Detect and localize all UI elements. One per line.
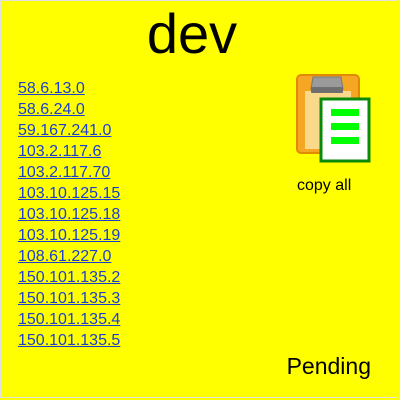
page-title: dev <box>146 2 238 65</box>
ip-link[interactable]: 103.10.125.15 <box>18 185 120 202</box>
list-item: 103.10.125.18 <box>18 204 120 225</box>
ip-link[interactable]: 150.101.135.2 <box>18 269 120 286</box>
ip-link[interactable]: 103.2.117.70 <box>18 164 110 181</box>
ip-link[interactable]: 150.101.135.5 <box>18 332 120 349</box>
list-item: 59.167.241.0 <box>18 120 120 141</box>
ip-link[interactable]: 150.101.135.4 <box>18 311 120 328</box>
list-item: 103.10.125.15 <box>18 183 120 204</box>
list-item: 103.2.117.6 <box>18 141 120 162</box>
ip-link[interactable]: 103.10.125.18 <box>18 206 120 223</box>
ip-address-list: 58.6.13.0 58.6.24.0 59.167.241.0 103.2.1… <box>18 78 120 351</box>
list-item: 150.101.135.2 <box>18 267 120 288</box>
app-window: dev 58.6.13.0 58.6.24.0 59.167.241.0 103… <box>0 0 398 398</box>
ip-link[interactable]: 150.101.135.3 <box>18 290 120 307</box>
list-item: 150.101.135.4 <box>18 309 120 330</box>
status-text: Pending <box>286 353 371 379</box>
list-item: 58.6.13.0 <box>18 78 120 99</box>
list-item: 103.10.125.19 <box>18 225 120 246</box>
ip-link[interactable]: 103.10.125.19 <box>18 227 120 244</box>
ip-link[interactable]: 59.167.241.0 <box>18 122 111 139</box>
list-item: 108.61.227.0 <box>18 246 120 267</box>
clipboard-icon[interactable] <box>295 73 375 167</box>
ip-link[interactable]: 103.2.117.6 <box>18 143 101 160</box>
list-item: 150.101.135.5 <box>18 330 120 351</box>
list-item: 58.6.24.0 <box>18 99 120 120</box>
ip-link[interactable]: 58.6.13.0 <box>18 80 85 97</box>
list-item: 103.2.117.70 <box>18 162 120 183</box>
copy-all-label[interactable]: copy all <box>297 177 351 195</box>
ip-link[interactable]: 108.61.227.0 <box>18 248 111 265</box>
ip-link[interactable]: 58.6.24.0 <box>18 101 85 118</box>
copy-all-button[interactable]: copy all <box>291 73 371 194</box>
list-item: 150.101.135.3 <box>18 288 120 309</box>
